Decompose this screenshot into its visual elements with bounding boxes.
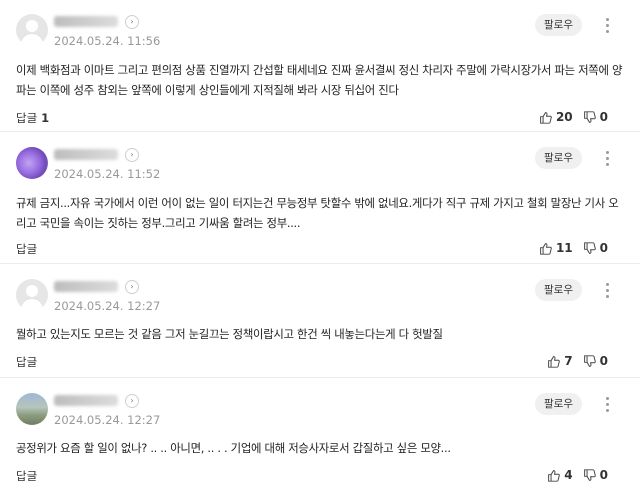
thumbs-up-icon bbox=[540, 111, 552, 124]
comment-text: 공정위가 요즘 할 일이 없나? .. .. 아니면, .. . . 기업에 대… bbox=[16, 438, 624, 458]
thumbs-down-icon bbox=[583, 241, 596, 254]
comment-header: › 2024.05.24. 11:52 팔로우 bbox=[16, 147, 624, 191]
reply-label: 답글 bbox=[16, 111, 38, 125]
more-options-icon[interactable] bbox=[606, 18, 610, 34]
follow-button[interactable]: 팔로우 bbox=[535, 14, 582, 36]
avatar[interactable] bbox=[16, 147, 48, 179]
comment-date: 2024.05.24. 12:27 bbox=[54, 413, 161, 427]
reply-button[interactable]: 답글 bbox=[16, 354, 37, 370]
reply-label: 답글 bbox=[16, 242, 38, 256]
comment-line: 규제 금지...자유 국가에서 이런 어이 없는 일이 터지는건 무능정부 탓할… bbox=[16, 196, 619, 210]
like-button[interactable]: 7 bbox=[547, 354, 573, 368]
comment-item: › 2024.05.24. 12:27 팔로우 뭘하고 있는지도 모르는 것 같… bbox=[0, 264, 640, 378]
comment-item: › 2024.05.24. 12:27 팔로우 공정위가 요즘 할 일이 없나?… bbox=[0, 378, 640, 496]
chevron-right-icon[interactable]: › bbox=[125, 394, 139, 408]
comment-header: › 2024.05.24. 12:27 팔로우 bbox=[16, 393, 624, 437]
like-button[interactable]: 20 bbox=[539, 110, 573, 124]
reply-count: 1 bbox=[41, 111, 50, 125]
dislike-count: 0 bbox=[599, 354, 608, 368]
comment-header: › 2024.05.24. 11:56 팔로우 bbox=[16, 14, 624, 58]
comment-item: › 2024.05.24. 11:56 팔로우 이제 백화점과 이마트 그리고 … bbox=[0, 0, 640, 132]
author-nickname-blurred[interactable] bbox=[54, 395, 118, 406]
thumbs-up-icon bbox=[540, 242, 552, 255]
dislike-count: 0 bbox=[599, 110, 608, 124]
avatar[interactable] bbox=[16, 14, 48, 46]
dislike-button[interactable]: 0 bbox=[583, 241, 608, 255]
reply-label: 답글 bbox=[16, 469, 38, 483]
comment-date: 2024.05.24. 11:56 bbox=[54, 34, 161, 48]
chevron-right-icon[interactable]: › bbox=[125, 148, 139, 162]
more-options-icon[interactable] bbox=[606, 397, 610, 413]
follow-button[interactable]: 팔로우 bbox=[535, 147, 582, 169]
comment-line: 리고 국민을 속이는 짓하는 정부.그리고 기싸움 할려는 정부.... bbox=[16, 216, 301, 230]
comment-date: 2024.05.24. 11:52 bbox=[54, 167, 161, 181]
dislike-button[interactable]: 0 bbox=[583, 354, 608, 368]
reaction-group: 20 0 bbox=[529, 110, 608, 124]
reply-label: 답글 bbox=[16, 355, 38, 369]
comment-header: › 2024.05.24. 12:27 팔로우 bbox=[16, 279, 624, 323]
more-options-icon[interactable] bbox=[606, 283, 610, 299]
comment-text: 뭘하고 있는지도 모르는 것 같음 그저 눈길끄는 정책이랍시고 한건 씩 내놓… bbox=[16, 324, 624, 344]
chevron-right-icon[interactable]: › bbox=[125, 280, 139, 294]
dislike-count: 0 bbox=[599, 468, 608, 482]
like-count: 4 bbox=[564, 468, 573, 482]
reaction-group: 4 0 bbox=[537, 468, 608, 482]
avatar[interactable] bbox=[16, 279, 48, 311]
comment-text: 이제 백화점과 이마트 그리고 편의점 상품 진열까지 간섭할 태세네요 진짜 … bbox=[16, 60, 624, 100]
comment-footer: 답글 7 0 bbox=[16, 354, 624, 374]
reaction-group: 11 0 bbox=[529, 241, 608, 255]
reply-button[interactable]: 답글 bbox=[16, 468, 37, 484]
thumbs-up-icon bbox=[548, 355, 561, 368]
reply-button[interactable]: 답글 bbox=[16, 241, 37, 257]
comment-line: 뭘하고 있는지도 모르는 것 같음 그저 눈길끄는 정책이랍시고 한건 씩 내놓… bbox=[16, 327, 443, 341]
like-count: 20 bbox=[555, 110, 573, 124]
reply-button[interactable]: 답글 1 bbox=[16, 110, 49, 126]
comment-text: 규제 금지...자유 국가에서 이런 어이 없는 일이 터지는건 무능정부 탓할… bbox=[16, 193, 624, 233]
comment-item: › 2024.05.24. 11:52 팔로우 규제 금지...자유 국가에서 … bbox=[0, 132, 640, 264]
author-nickname-blurred[interactable] bbox=[54, 149, 118, 160]
dislike-count: 0 bbox=[599, 241, 608, 255]
comment-footer: 답글 4 0 bbox=[16, 468, 624, 488]
chevron-right-icon[interactable]: › bbox=[125, 15, 139, 29]
comment-footer: 답글 1 20 0 bbox=[16, 110, 624, 130]
like-button[interactable]: 11 bbox=[539, 241, 573, 255]
comment-footer: 답글 11 0 bbox=[16, 241, 624, 261]
follow-button[interactable]: 팔로우 bbox=[535, 393, 582, 415]
thumbs-down-icon bbox=[583, 354, 596, 367]
like-button[interactable]: 4 bbox=[547, 468, 573, 482]
dislike-button[interactable]: 0 bbox=[583, 110, 608, 124]
author-nickname-blurred[interactable] bbox=[54, 281, 118, 292]
avatar[interactable] bbox=[16, 393, 48, 425]
thumbs-down-icon bbox=[583, 468, 596, 481]
comment-line: 이제 백화점과 이마트 그리고 편의점 상품 진열까지 간섭할 태세네요 진짜 … bbox=[16, 63, 623, 77]
reaction-group: 7 0 bbox=[537, 354, 608, 368]
thumbs-down-icon bbox=[583, 110, 596, 123]
like-count: 11 bbox=[555, 241, 573, 255]
follow-button[interactable]: 팔로우 bbox=[535, 279, 582, 301]
like-count: 7 bbox=[564, 354, 573, 368]
comment-line: 공정위가 요즘 할 일이 없나? .. .. 아니면, .. . . 기업에 대… bbox=[16, 441, 451, 455]
more-options-icon[interactable] bbox=[606, 151, 610, 167]
dislike-button[interactable]: 0 bbox=[583, 468, 608, 482]
thumbs-up-icon bbox=[548, 469, 561, 482]
author-nickname-blurred[interactable] bbox=[54, 16, 118, 27]
comment-date: 2024.05.24. 12:27 bbox=[54, 299, 161, 313]
comment-line: 파는 이쪽에 성주 참외는 앞쪽에 이렇게 상인들에게 지적질해 봐라 시장 뒤… bbox=[16, 83, 399, 97]
